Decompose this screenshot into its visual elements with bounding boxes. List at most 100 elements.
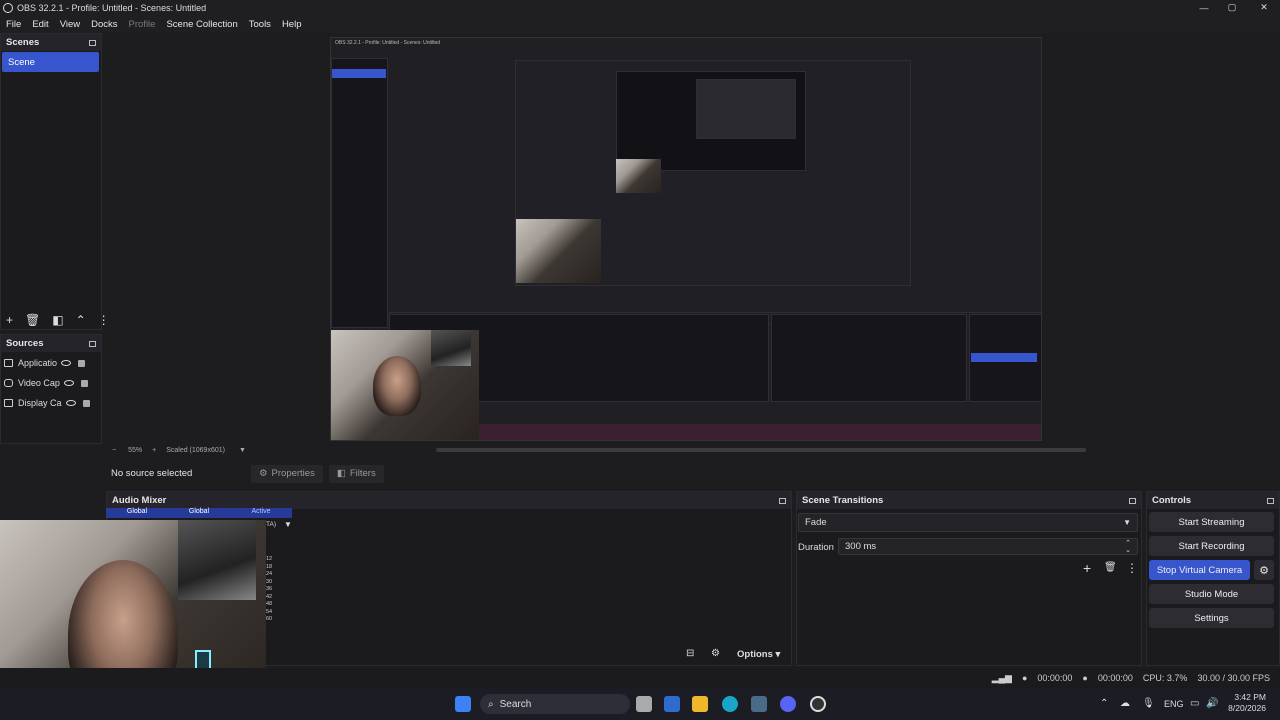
scene-transitions-title: Scene Transitions — [802, 495, 884, 506]
filters-button[interactable]: ◧ Filters — [328, 464, 384, 483]
mixer-tab[interactable]: Global — [106, 508, 168, 518]
poster-image — [178, 520, 256, 600]
menu-docks[interactable]: Docks — [91, 19, 117, 30]
menu-scene-collection[interactable]: Scene Collection — [166, 19, 237, 30]
taskbar-search[interactable]: ⌕ Search — [480, 694, 630, 714]
microphone-icon[interactable]: 🎙 — [1142, 698, 1155, 709]
lock-icon[interactable] — [78, 359, 86, 367]
discord-icon[interactable] — [780, 696, 796, 712]
menu-help[interactable]: Help — [282, 19, 302, 30]
undock-icon[interactable] — [1129, 497, 1136, 504]
undock-icon[interactable] — [1267, 497, 1274, 504]
properties-button[interactable]: ⚙ Properties — [251, 464, 323, 483]
stream-indicator-icon: ● — [1021, 673, 1028, 683]
menu-tools[interactable]: Tools — [249, 19, 271, 30]
application-icon — [4, 359, 13, 367]
monitor-icon — [4, 399, 13, 407]
preview-content: OBS 32.2.1 - Profile: Untitled - Scenes:… — [330, 37, 1042, 441]
language-indicator[interactable]: ENG — [1164, 699, 1184, 709]
chevron-down-icon: ▼ — [1123, 518, 1131, 527]
preview-scrollbar[interactable] — [435, 448, 1086, 452]
edge-icon[interactable] — [722, 696, 738, 712]
start-recording-button[interactable]: Start Recording — [1149, 536, 1274, 556]
add-icon[interactable]: + — [6, 313, 13, 327]
properties-label: Properties — [271, 468, 315, 479]
mixer-partial-label: TA) — [266, 521, 276, 528]
clock-time: 3:42 PM — [1234, 692, 1266, 702]
layout-icon[interactable]: ⊟ — [686, 648, 694, 659]
scale-label: Scaled (1069x601) — [166, 446, 225, 454]
controls-header: Controls — [1147, 492, 1279, 509]
search-icon: ⌕ — [488, 698, 494, 710]
options-button[interactable]: Options ▾ — [737, 649, 780, 660]
clock[interactable]: 3:42 PM 8/20/2026 — [1226, 692, 1266, 714]
status-bar: ▂▄▆ ● 00:00:00 ● 00:00:00 CPU: 3.7% 30.0… — [0, 668, 1280, 688]
zoom-in-icon[interactable]: + — [152, 447, 156, 454]
obs-taskbar-icon[interactable] — [810, 696, 826, 712]
eye-icon[interactable] — [63, 380, 74, 386]
title-bar: OBS 32.2.1 - Profile: Untitled - Scenes:… — [0, 0, 1280, 15]
spinner-icon[interactable]: ⌃ ⌄ — [1125, 540, 1131, 554]
studio-mode-button[interactable]: Studio Mode — [1149, 584, 1274, 604]
lock-icon[interactable] — [82, 399, 90, 407]
eye-icon[interactable] — [65, 400, 76, 406]
scenes-header: Scenes — [1, 34, 101, 51]
undock-icon[interactable] — [779, 497, 786, 504]
chevron-up-icon[interactable]: ⌃ — [76, 313, 86, 327]
maximize-button[interactable]: ▢ — [1216, 0, 1248, 15]
add-transition-icon[interactable]: + — [1083, 560, 1091, 576]
store-icon[interactable] — [751, 696, 767, 712]
scenes-panel: Scenes — [0, 33, 102, 330]
filter-icon[interactable]: ◧ — [52, 313, 63, 327]
lock-icon[interactable] — [80, 379, 88, 387]
settings-icon[interactable]: ⚙ — [711, 648, 720, 659]
undock-icon[interactable] — [89, 340, 96, 347]
inner-transitions — [771, 314, 967, 402]
zoom-level: 55% — [128, 446, 143, 454]
duration-input[interactable]: 300 ms ⌃ ⌄ — [838, 538, 1138, 555]
inner-scenes-panel — [331, 58, 388, 328]
obs-logo-icon — [3, 2, 13, 13]
record-time: 00:00:00 — [1097, 673, 1133, 683]
menu-view[interactable]: View — [60, 19, 80, 30]
mixer-tab[interactable]: Global — [168, 508, 230, 518]
virtual-camera-settings-icon[interactable]: ⚙ — [1254, 560, 1274, 580]
chevron-down-icon[interactable]: ▼ — [239, 447, 246, 454]
source-item[interactable]: Display Ca — [4, 394, 100, 412]
windows-start-icon[interactable] — [455, 696, 471, 712]
mixer-dropdown-icon[interactable]: ▼ — [284, 520, 292, 529]
monitor-icon[interactable]: ▭ — [1190, 698, 1199, 709]
scene-transitions-header: Scene Transitions — [797, 492, 1141, 509]
window-title: OBS 32.2.1 - Profile: Untitled - Scenes:… — [17, 2, 207, 13]
menu-edit[interactable]: Edit — [32, 19, 48, 30]
menu-file[interactable]: File — [6, 19, 21, 30]
source-label: Display Ca — [18, 398, 62, 408]
close-button[interactable]: ✕ — [1248, 0, 1280, 15]
trash-icon[interactable]: 🗑 — [25, 313, 40, 327]
source-item[interactable]: Applicatio — [4, 354, 100, 372]
stop-virtual-camera-button[interactable]: Stop Virtual Camera — [1149, 560, 1250, 580]
scenes-title: Scenes — [6, 37, 40, 48]
duration-value: 300 ms — [845, 541, 877, 552]
source-item[interactable]: Video Cap — [4, 374, 100, 392]
volume-icon[interactable]: 🔊 — [1206, 698, 1218, 709]
cloud-icon[interactable]: ☁ — [1120, 698, 1130, 709]
transition-select[interactable]: Fade ▼ — [798, 513, 1138, 532]
undock-icon[interactable] — [89, 39, 96, 46]
scene-item[interactable]: Scene — [2, 52, 99, 72]
file-explorer-icon[interactable] — [692, 696, 708, 712]
eye-icon[interactable] — [61, 360, 72, 366]
start-streaming-button[interactable]: Start Streaming — [1149, 512, 1274, 532]
menu-profile[interactable]: Profile — [129, 19, 156, 30]
mixer-tab[interactable]: Active — [230, 508, 292, 518]
zoom-out-icon[interactable]: − — [112, 447, 116, 454]
trash-icon[interactable]: 🗑 — [1104, 562, 1117, 573]
audio-mixer-title: Audio Mixer — [112, 495, 167, 506]
stream-time: 00:00:00 — [1037, 673, 1073, 683]
chevron-up-icon[interactable]: ⌃ — [1100, 698, 1108, 709]
filters-label: Filters — [349, 468, 376, 479]
settings-button[interactable]: Settings — [1149, 608, 1274, 628]
more-icon[interactable]: ⋮ — [1126, 561, 1138, 575]
m365-icon[interactable] — [664, 696, 680, 712]
task-view-icon[interactable] — [636, 696, 652, 712]
